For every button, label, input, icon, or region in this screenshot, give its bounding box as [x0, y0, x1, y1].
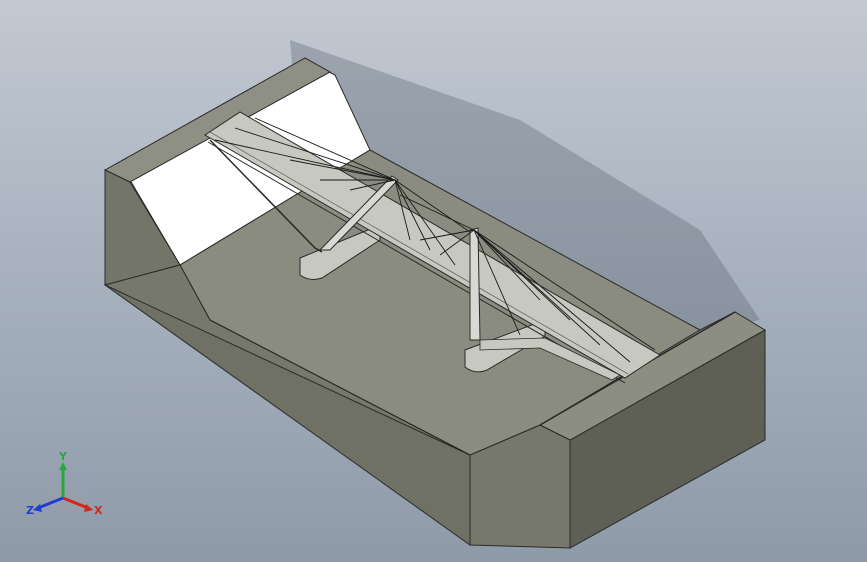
y-axis-arrow-icon [59, 462, 67, 470]
x-axis-label: X [94, 504, 103, 517]
z-axis-arrow-icon [33, 504, 42, 512]
z-axis-label: Z [26, 504, 34, 517]
3d-viewport[interactable]: Y X Z [0, 0, 867, 562]
orientation-triad[interactable]: Y X Z [26, 450, 106, 522]
y-axis-label: Y [58, 450, 68, 463]
x-axis-arrow-icon [84, 504, 93, 512]
right-pylon [469, 227, 481, 341]
bridge-model[interactable] [0, 0, 867, 562]
